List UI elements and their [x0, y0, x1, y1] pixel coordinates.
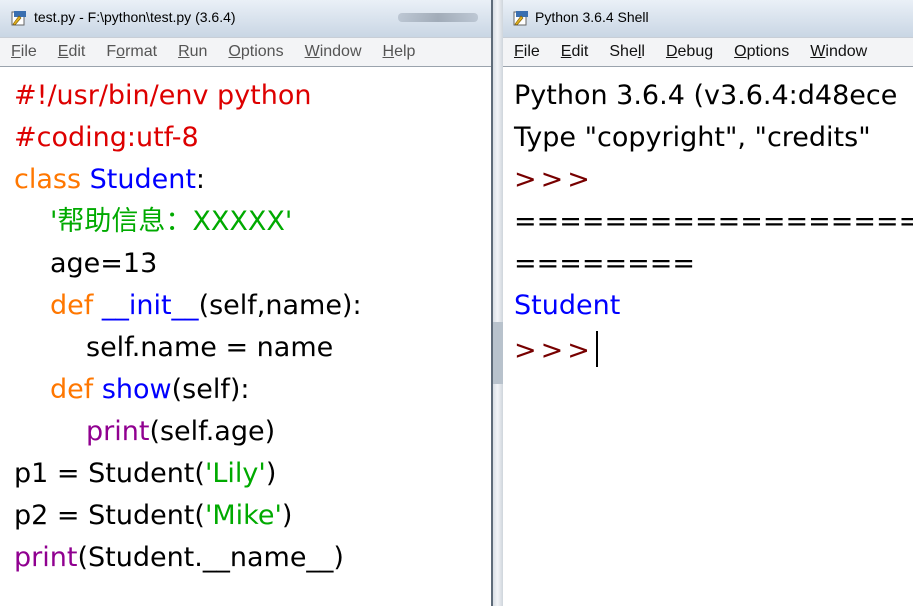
- shell-restart-separator: ==================: [514, 206, 913, 237]
- menu-run[interactable]: Run: [178, 43, 207, 61]
- editor-window: test.py - F:\python\test.py (3.6.4) File…: [0, 0, 493, 606]
- menu-edit[interactable]: Edit: [561, 43, 589, 61]
- shell-banner-line: Python 3.6.4 (v3.6.4:d48ece: [514, 80, 898, 111]
- editor-menubar: File Edit Format Run Options Window Help: [0, 37, 493, 67]
- code-line-9: print(self.age): [86, 416, 276, 447]
- code-line-1: #!/usr/bin/env python: [14, 80, 312, 111]
- shell-input-line[interactable]: >>>: [514, 331, 598, 368]
- code-line-6: def __init__(self,name):: [50, 290, 362, 321]
- shell-info-line: Type "copyright", "credits": [514, 122, 871, 153]
- code-line-10: p1 = Student('Lily'): [14, 458, 277, 489]
- text-cursor: [595, 331, 598, 367]
- shell-prompt: >>>: [514, 335, 594, 366]
- menu-options[interactable]: Options: [734, 43, 789, 61]
- menu-debug[interactable]: Debug: [666, 43, 713, 61]
- code-line-7: self.name = name: [86, 332, 334, 363]
- code-line-12: print(Student.__name__): [14, 542, 344, 573]
- code-line-4: '帮助信息：XXXXX': [50, 206, 293, 237]
- code-line-3: class Student:: [14, 164, 206, 195]
- menu-shell[interactable]: Shell: [609, 43, 645, 61]
- menu-help[interactable]: Help: [383, 43, 416, 61]
- menu-window[interactable]: Window: [305, 43, 362, 61]
- menu-edit[interactable]: Edit: [58, 43, 86, 61]
- shell-restart-separator-cont: ========: [514, 248, 695, 279]
- menu-file[interactable]: File: [11, 43, 37, 61]
- menu-file[interactable]: File: [514, 43, 540, 61]
- menu-options[interactable]: Options: [228, 43, 283, 61]
- shell-output-line: Student: [514, 290, 621, 321]
- editor-window-title: test.py - F:\python\test.py (3.6.4): [34, 9, 236, 25]
- python-idle-icon: [513, 11, 528, 26]
- code-line-8: def show(self):: [50, 374, 250, 405]
- code-line-11: p2 = Student('Mike'): [14, 500, 293, 531]
- python-idle-icon: [11, 11, 26, 26]
- blurred-title-region: [398, 13, 478, 22]
- shell-menubar: File Edit Shell Debug Options Window: [503, 37, 913, 67]
- shell-window: Python 3.6.4 Shell File Edit Shell Debug…: [503, 0, 913, 606]
- code-line-2: #coding:utf-8: [14, 122, 199, 153]
- scrollbar-thumb[interactable]: [493, 322, 503, 384]
- code-line-5: age=13: [50, 248, 158, 279]
- editor-titlebar[interactable]: test.py - F:\python\test.py (3.6.4): [0, 0, 493, 37]
- shell-window-title: Python 3.6.4 Shell: [535, 9, 649, 25]
- menu-window[interactable]: Window: [810, 43, 867, 61]
- menu-format[interactable]: Format: [106, 43, 157, 61]
- shell-prompt: >>>: [514, 164, 594, 195]
- window-divider: [493, 0, 503, 606]
- shell-titlebar[interactable]: Python 3.6.4 Shell: [503, 0, 913, 37]
